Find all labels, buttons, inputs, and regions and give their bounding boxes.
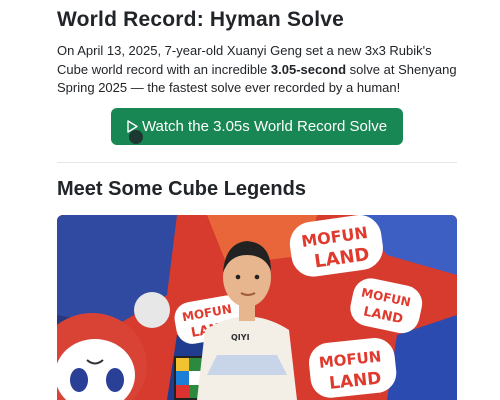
section-heading: Meet Some Cube Legends bbox=[57, 178, 306, 200]
page-title: World Record: Hyman Solve bbox=[57, 8, 345, 31]
intro-paragraph: On April 13, 2025, 7-year-old Xuanyi Gen… bbox=[57, 42, 457, 98]
intro-record-time: 3.05-second bbox=[270, 61, 347, 77]
cube-legend-photo: MOFUN LAND MOFUN LAND MOFUN LAND MOFUN L… bbox=[57, 215, 457, 400]
shirt-logo-text: QIYI bbox=[231, 333, 250, 342]
watch-record-button[interactable]: Watch the 3.05s World Record Solve bbox=[111, 108, 403, 145]
section-divider bbox=[57, 162, 457, 163]
page: World Record: Hyman Solve On April 13, 2… bbox=[0, 0, 500, 400]
watch-record-button-label: Watch the 3.05s World Record Solve bbox=[141, 118, 388, 135]
mouse-cursor bbox=[129, 130, 143, 144]
